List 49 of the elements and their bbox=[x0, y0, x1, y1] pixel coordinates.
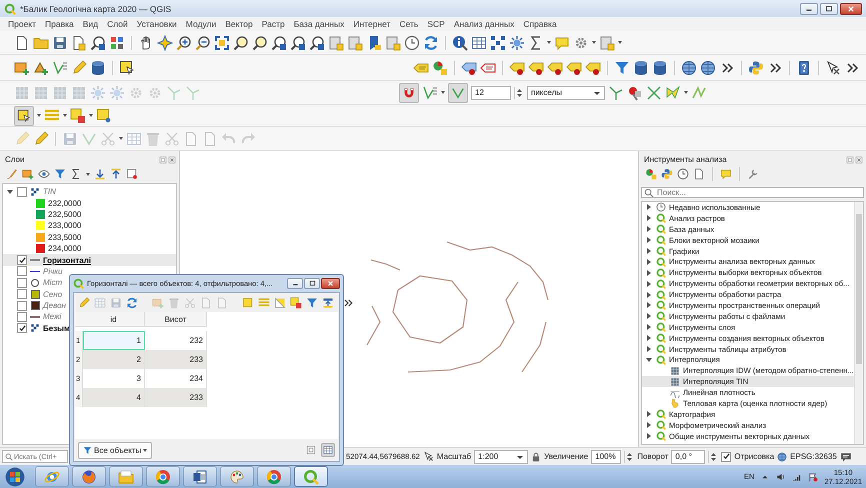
menu-item[interactable]: Установки bbox=[136, 19, 177, 29]
menu-item[interactable]: Вид bbox=[82, 19, 98, 29]
menu-item[interactable]: База данных bbox=[294, 19, 344, 29]
legend-label: 234,0000 bbox=[48, 244, 82, 254]
layer-item[interactable]: TIN bbox=[3, 186, 56, 198]
layer-item[interactable]: Сено bbox=[3, 288, 62, 300]
layer-item[interactable]: Безым bbox=[3, 322, 70, 334]
menu-item[interactable]: Справка bbox=[523, 19, 557, 29]
scale-dropdown[interactable]: 1:200 bbox=[474, 450, 528, 464]
menu-item[interactable]: Слой bbox=[107, 19, 128, 29]
layer-item[interactable]: Міст bbox=[3, 277, 62, 289]
menu-item[interactable]: Растр bbox=[262, 19, 285, 29]
column-header[interactable]: Висот bbox=[145, 312, 207, 327]
rotation-field[interactable]: 0,0 ° bbox=[671, 450, 706, 464]
render-label: Отрисовка bbox=[734, 452, 774, 461]
menu-item[interactable]: Вектор bbox=[225, 19, 253, 29]
layer-item[interactable]: Річки bbox=[3, 266, 62, 278]
table-cell: 1 bbox=[83, 331, 145, 350]
table-cell: 2 bbox=[83, 350, 145, 369]
legend-label: 232,5000 bbox=[48, 210, 82, 219]
magnifier-field[interactable]: 100% bbox=[591, 450, 622, 464]
crs-button[interactable]: EPSG:32635 bbox=[790, 452, 837, 461]
scale-label: Масштаб bbox=[436, 452, 472, 461]
legend-label: 233,5000 bbox=[48, 232, 82, 242]
menu-item[interactable]: Сеть bbox=[399, 19, 418, 29]
layer-item[interactable]: Межі bbox=[3, 311, 62, 323]
tolerance-field[interactable]: 12 bbox=[471, 86, 511, 100]
menu-item[interactable]: SCP bbox=[427, 19, 445, 29]
magnifier-label: Увеличение bbox=[544, 452, 588, 461]
legend-label: 232,0000 bbox=[48, 198, 82, 208]
layer-item[interactable]: Горизонталі bbox=[3, 254, 176, 266]
filter-button[interactable]: Все объекты bbox=[78, 442, 152, 458]
table-cell: 233 bbox=[145, 350, 207, 369]
menu-item[interactable]: Модули bbox=[186, 19, 216, 29]
menu-item[interactable]: Анализ данных bbox=[454, 19, 514, 29]
search-field[interactable]: Поиск... bbox=[641, 187, 864, 198]
layer-item[interactable]: Девон bbox=[3, 300, 66, 312]
panel-title: Слои bbox=[5, 155, 24, 164]
panel-title: Инструменты анализа bbox=[644, 155, 727, 164]
legend-label: 233,0000 bbox=[48, 221, 82, 230]
menu-item[interactable]: Правка bbox=[45, 19, 74, 29]
menu-item[interactable]: Интернет bbox=[353, 19, 390, 29]
menu-item[interactable]: Проект bbox=[8, 19, 36, 29]
column-header[interactable]: id bbox=[83, 312, 145, 327]
table-cell: 233 bbox=[145, 388, 207, 407]
units-dropdown[interactable]: пикселы bbox=[527, 86, 605, 100]
rotation-label: Поворот bbox=[637, 452, 668, 461]
window-title: *Балик Геологічна карта 2020 — QGIS bbox=[20, 4, 172, 14]
table-cell: 4 bbox=[83, 388, 145, 407]
